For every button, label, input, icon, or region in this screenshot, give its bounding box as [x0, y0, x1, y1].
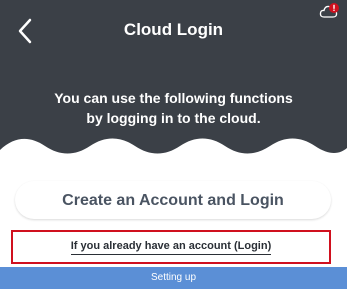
description-line: You can use the following functions: [54, 90, 293, 106]
login-link-label: If you already have an account (Login): [70, 240, 272, 255]
login-link-highlight: If you already have an account (Login): [11, 230, 331, 264]
cloud-status-button[interactable]: [319, 2, 341, 22]
cloud-alert-icon: [319, 3, 339, 18]
existing-account-login-link[interactable]: If you already have an account (Login): [13, 240, 329, 255]
page-title: Cloud Login: [123, 20, 224, 39]
settings-bar[interactable]: Setting up: [0, 267, 347, 289]
description-text: You can use the following functions by l…: [0, 88, 347, 128]
cloud-login-screen: Cloud Login You can use the following fu…: [0, 0, 347, 301]
create-account-button[interactable]: Create an Account and Login: [15, 181, 331, 219]
description-line: by logging in to the cloud.: [86, 110, 261, 126]
bottom-strip: [0, 289, 347, 301]
